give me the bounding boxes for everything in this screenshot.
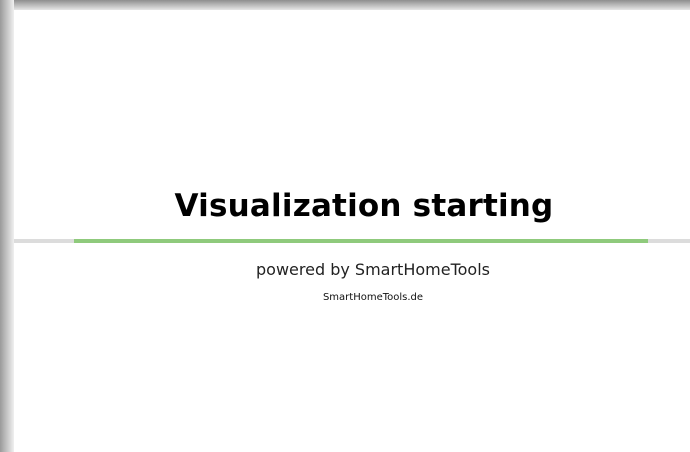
splash-title: Visualization starting bbox=[174, 188, 554, 224]
loading-progress-bar bbox=[14, 239, 690, 243]
powered-by-text: powered by SmartHomeTools bbox=[256, 260, 490, 279]
window-frame-top bbox=[0, 0, 690, 10]
smarthometools-link[interactable]: SmartHomeTools.de bbox=[14, 292, 690, 303]
splash-screen: Visualization starting powered by SmartH… bbox=[14, 10, 690, 452]
window-frame-left bbox=[0, 0, 14, 452]
loading-progress-fill bbox=[74, 239, 648, 243]
